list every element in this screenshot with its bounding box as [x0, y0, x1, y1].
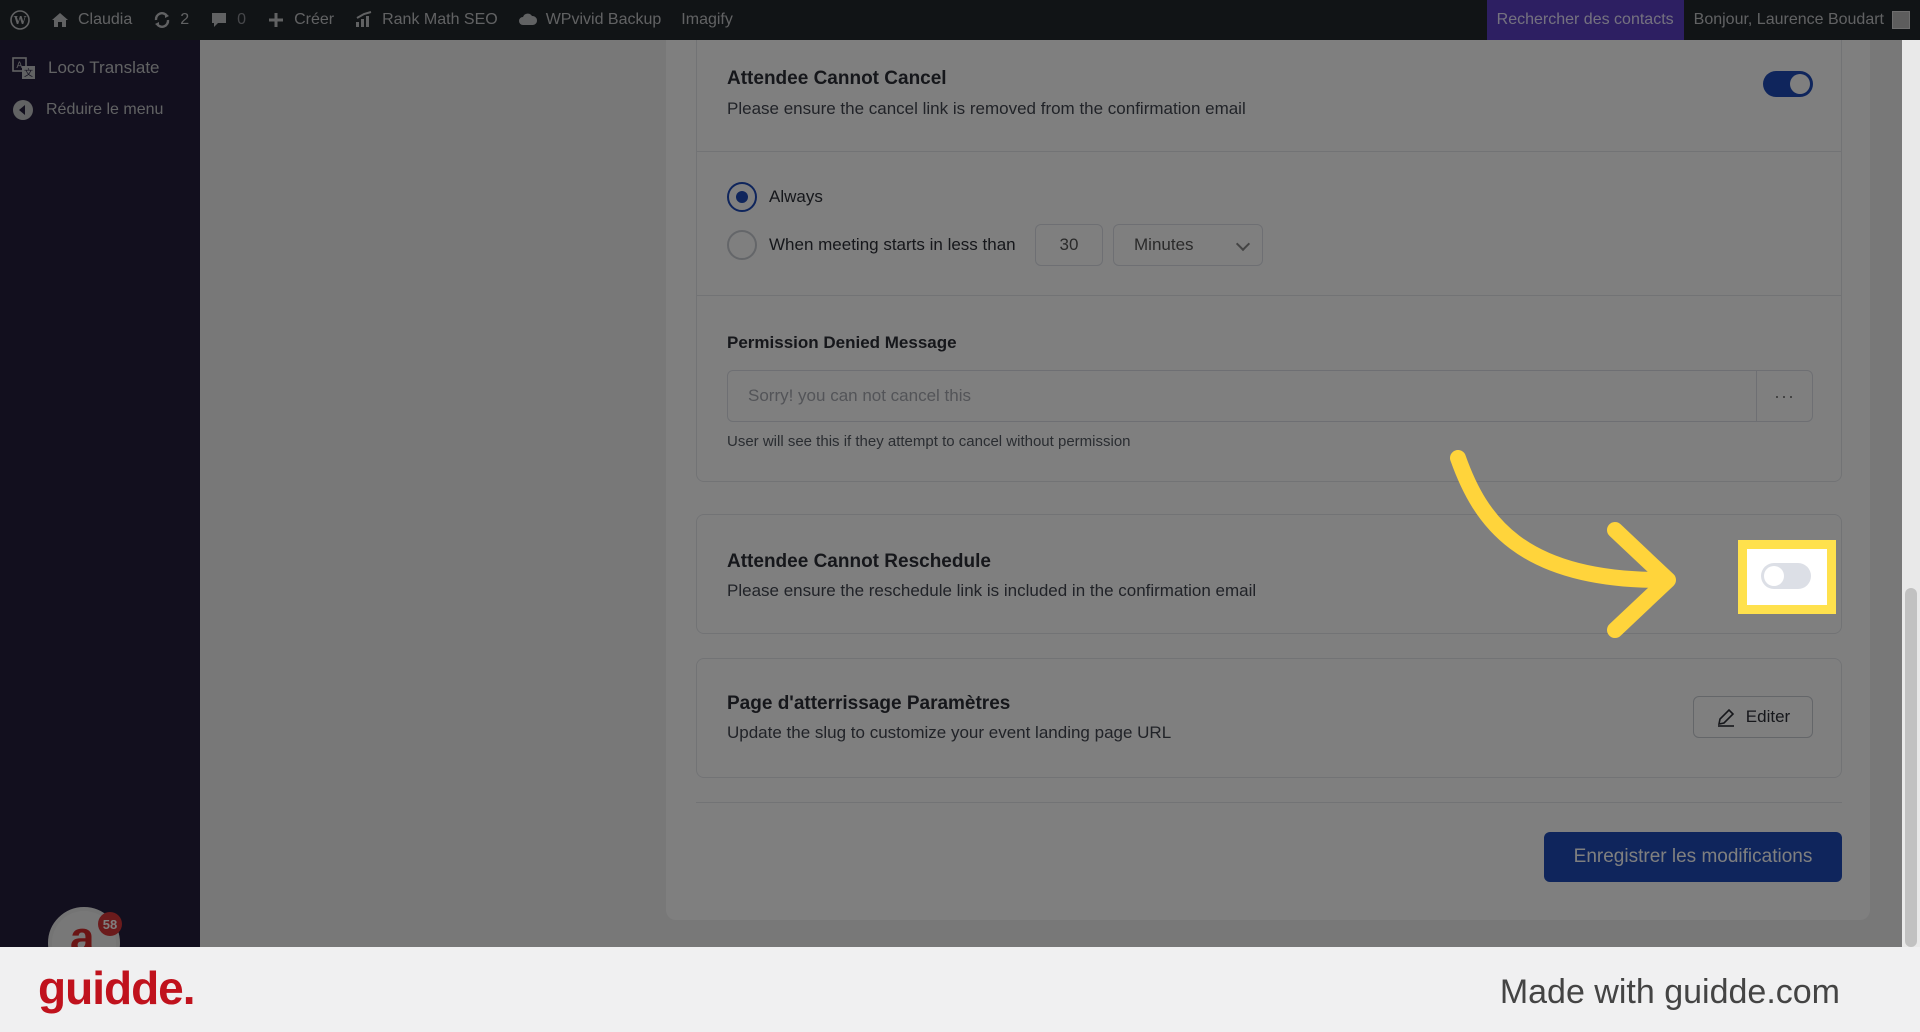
- guidde-footer: guidde. Made with guidde.com: [0, 947, 1920, 1032]
- scrollbar-thumb[interactable]: [1905, 588, 1917, 947]
- scrollbar[interactable]: [1902, 40, 1920, 947]
- reschedule-toggle[interactable]: [1761, 563, 1811, 589]
- highlight-box: [1738, 540, 1836, 614]
- annotation-arrow-icon: [1450, 450, 1676, 638]
- guidde-logo: guidde.: [38, 962, 196, 1014]
- made-with-text: Made with guidde.com: [1499, 973, 1840, 1011]
- toggle-knob: [1764, 566, 1784, 586]
